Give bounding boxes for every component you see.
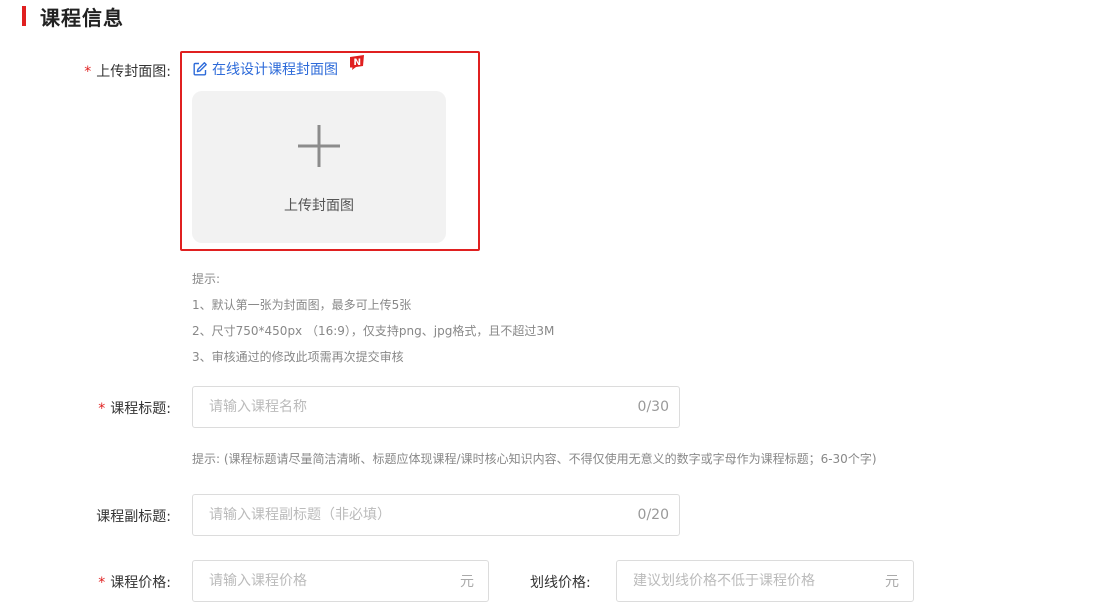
new-badge-text: N bbox=[354, 58, 362, 68]
tip-line: 提示: bbox=[192, 272, 221, 286]
title-char-counter: 0/30 bbox=[637, 399, 669, 415]
section-header: 课程信息 bbox=[22, 4, 124, 30]
cover-label-text: 上传封面图: bbox=[96, 64, 171, 80]
subtitle-label: 课程副标题: bbox=[96, 506, 171, 526]
design-cover-link[interactable]: 在线设计课程封面图 bbox=[192, 59, 338, 79]
section-title: 课程信息 bbox=[40, 5, 124, 30]
title-label-text: 课程标题: bbox=[110, 401, 171, 417]
title-input-box: 0/30 bbox=[192, 386, 680, 428]
required-mark: * bbox=[84, 64, 92, 80]
strike-price-input[interactable] bbox=[617, 561, 885, 601]
strike-price-label: 划线价格: bbox=[530, 572, 591, 592]
cover-upload-box[interactable]: 上传封面图 bbox=[192, 91, 446, 243]
course-subtitle-input[interactable] bbox=[193, 495, 638, 535]
new-badge-icon: N bbox=[350, 55, 364, 70]
strike-price-unit: 元 bbox=[885, 574, 899, 590]
subtitle-input-box: 0/20 bbox=[192, 494, 680, 536]
section-accent-bar bbox=[22, 6, 26, 26]
tip-line: 2、尺寸750*450px （16:9），仅支持png、jpg格式，且不超过3M bbox=[192, 324, 555, 338]
tip-line: 3、审核通过的修改此项需再次提交审核 bbox=[192, 350, 404, 364]
required-mark: * bbox=[98, 401, 106, 417]
subtitle-label-text: 课程副标题: bbox=[96, 509, 171, 525]
plus-icon bbox=[298, 125, 340, 167]
subtitle-char-counter: 0/20 bbox=[637, 507, 669, 523]
tip-line: 1、默认第一张为封面图，最多可上传5张 bbox=[192, 298, 412, 312]
strike-price-input-box: 元 bbox=[616, 560, 914, 602]
price-unit: 元 bbox=[460, 574, 474, 590]
price-label: * 课程价格: bbox=[98, 572, 171, 592]
required-mark: * bbox=[98, 575, 106, 591]
cover-tips: 提示: 1、默认第一张为封面图，最多可上传5张 2、尺寸750*450px （1… bbox=[192, 266, 554, 370]
edit-icon bbox=[193, 62, 207, 76]
upload-text: 上传封面图 bbox=[284, 198, 354, 214]
price-input-box: 元 bbox=[192, 560, 489, 602]
course-price-input[interactable] bbox=[193, 561, 460, 601]
design-link-text: 在线设计课程封面图 bbox=[212, 62, 338, 78]
cover-label: * 上传封面图: bbox=[84, 61, 171, 81]
title-hint: 提示: (课程标题请尽量简洁清晰、标题应体现课程/课时核心知识内容、不得仅使用无… bbox=[192, 452, 877, 466]
title-label: * 课程标题: bbox=[98, 398, 171, 418]
course-title-input[interactable] bbox=[193, 387, 638, 427]
price-label-text: 课程价格: bbox=[110, 575, 171, 591]
strike-price-label-text: 划线价格: bbox=[530, 575, 591, 591]
